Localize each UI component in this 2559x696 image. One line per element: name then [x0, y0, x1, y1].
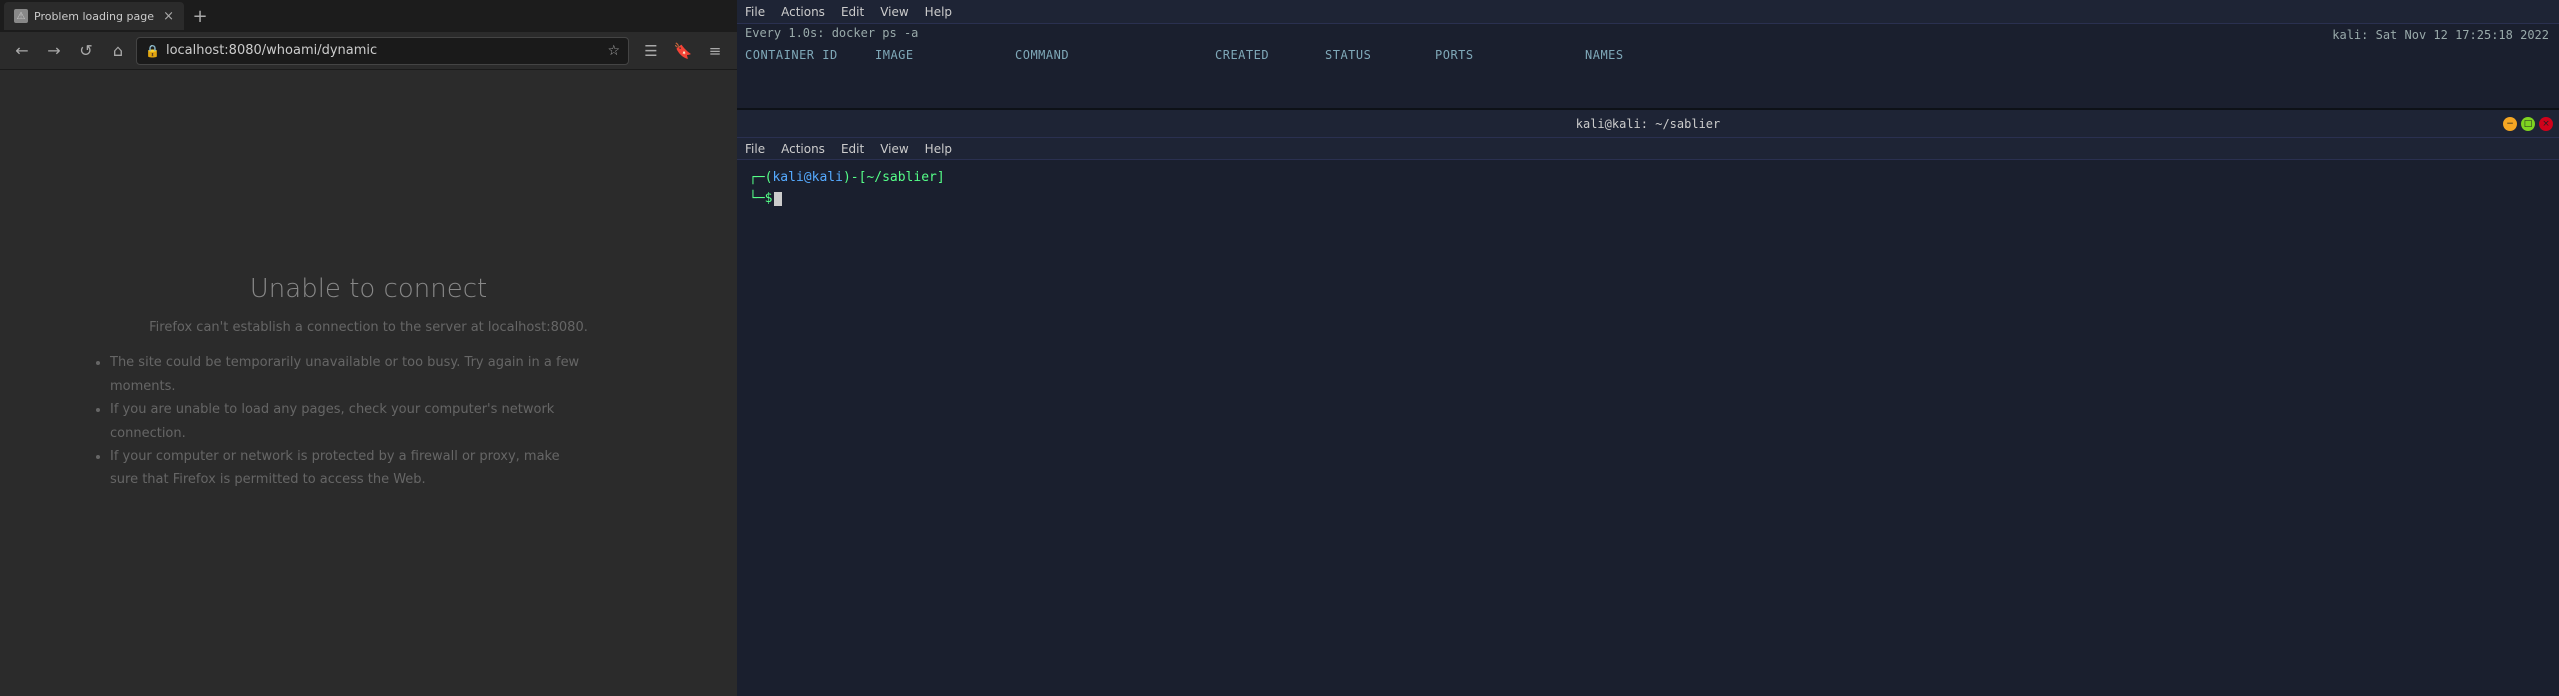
- col-status: STATUS: [1325, 48, 1435, 62]
- terminal-content[interactable]: ┌─(kali@kali)-[~/sablier] └─$: [737, 160, 2559, 696]
- terminal-pane: File Actions Edit View Help Every 1.0s: …: [737, 0, 2559, 696]
- close-button[interactable]: ×: [2539, 117, 2553, 131]
- tab-close-button[interactable]: ×: [163, 10, 174, 23]
- menu-view[interactable]: View: [880, 5, 908, 19]
- col-ports: PORTS: [1435, 48, 1585, 62]
- docker-table-header: CONTAINER ID IMAGE COMMAND CREATED STATU…: [745, 46, 2551, 64]
- error-list-item: If you are unable to load any pages, che…: [110, 398, 590, 445]
- terminal-bottom-titlebar: kali@kali: ~/sablier − □ ×: [737, 110, 2559, 138]
- navigation-bar: ← → ↺ ⌂ 🔒 localhost:8080/whoami/dynamic …: [0, 32, 737, 70]
- menu-actions-bottom[interactable]: Actions: [781, 142, 825, 156]
- col-command: COMMAND: [1015, 48, 1215, 62]
- prompt-bracket-close: )-[~/sablier]: [843, 168, 945, 189]
- error-title: Unable to connect: [250, 274, 487, 304]
- watch-header: Every 1.0s: docker ps -a: [737, 24, 2559, 42]
- bookmarks-icon[interactable]: 🔖: [669, 37, 697, 65]
- terminal-bottom-win-controls: − □ ×: [2503, 117, 2553, 131]
- new-tab-button[interactable]: +: [186, 2, 214, 30]
- terminal-top: File Actions Edit View Help Every 1.0s: …: [737, 0, 2559, 108]
- docker-table: CONTAINER ID IMAGE COMMAND CREATED STATU…: [737, 42, 2559, 68]
- col-created: CREATED: [1215, 48, 1325, 62]
- nav-right-icons: ☰ 🔖 ≡: [637, 37, 729, 65]
- tab-title: Problem loading page: [34, 10, 157, 23]
- error-list-item: The site could be temporarily unavailabl…: [110, 351, 590, 398]
- home-button[interactable]: ⌂: [104, 37, 132, 65]
- menu-edit[interactable]: Edit: [841, 5, 864, 19]
- menu-file-bottom[interactable]: File: [745, 142, 765, 156]
- browser-content: Unable to connect Firefox can't establis…: [0, 70, 737, 696]
- terminal-clock: kali: Sat Nov 12 17:25:18 2022: [2332, 28, 2549, 42]
- terminal-bottom: kali@kali: ~/sablier − □ × File Actions …: [737, 108, 2559, 696]
- col-container-id: CONTAINER ID: [745, 48, 875, 62]
- prompt-line-2: └─$: [749, 189, 2547, 210]
- terminal-bottom-title: kali@kali: ~/sablier: [1576, 117, 1721, 131]
- col-names: NAMES: [1585, 48, 1735, 62]
- prompt-bracket-open: ┌─(: [749, 168, 772, 189]
- prompt-line-1: ┌─(kali@kali)-[~/sablier]: [749, 168, 2547, 189]
- maximize-button[interactable]: □: [2521, 117, 2535, 131]
- reload-button[interactable]: ↺: [72, 37, 100, 65]
- reader-mode-icon[interactable]: ☰: [637, 37, 665, 65]
- back-button[interactable]: ←: [8, 37, 36, 65]
- tab-favicon: ⚠: [14, 9, 28, 23]
- col-image: IMAGE: [875, 48, 1015, 62]
- firefox-window: ⚠ Problem loading page × + ← → ↺ ⌂ 🔒 loc…: [0, 0, 737, 696]
- address-bar[interactable]: 🔒 localhost:8080/whoami/dynamic ☆: [136, 37, 629, 65]
- tab-problem-loading[interactable]: ⚠ Problem loading page ×: [4, 2, 184, 30]
- lock-icon: 🔒: [145, 44, 160, 58]
- tab-bar: ⚠ Problem loading page × +: [0, 0, 737, 32]
- error-list-item: If your computer or network is protected…: [110, 445, 590, 492]
- error-list: The site could be temporarily unavailabl…: [90, 351, 590, 491]
- url-text: localhost:8080/whoami/dynamic: [166, 43, 601, 58]
- menu-edit-bottom[interactable]: Edit: [841, 142, 864, 156]
- watch-command: Every 1.0s: docker ps -a: [745, 26, 918, 40]
- forward-button[interactable]: →: [40, 37, 68, 65]
- menu-help-bottom[interactable]: Help: [925, 142, 952, 156]
- cursor: [774, 192, 782, 206]
- prompt-dollar: └─$: [749, 189, 772, 210]
- prompt-user: kali@kali: [772, 168, 842, 189]
- menu-file[interactable]: File: [745, 5, 765, 19]
- menu-help[interactable]: Help: [925, 5, 952, 19]
- bookmark-star-icon[interactable]: ☆: [607, 43, 620, 59]
- minimize-button[interactable]: −: [2503, 117, 2517, 131]
- terminal-top-menubar: File Actions Edit View Help: [737, 0, 2559, 24]
- menu-view-bottom[interactable]: View: [880, 142, 908, 156]
- error-subtitle: Firefox can't establish a connection to …: [149, 320, 588, 335]
- menu-actions[interactable]: Actions: [781, 5, 825, 19]
- menu-icon[interactable]: ≡: [701, 37, 729, 65]
- terminal-bottom-menubar: File Actions Edit View Help: [737, 138, 2559, 160]
- docker-table-rows-empty: [737, 68, 2559, 108]
